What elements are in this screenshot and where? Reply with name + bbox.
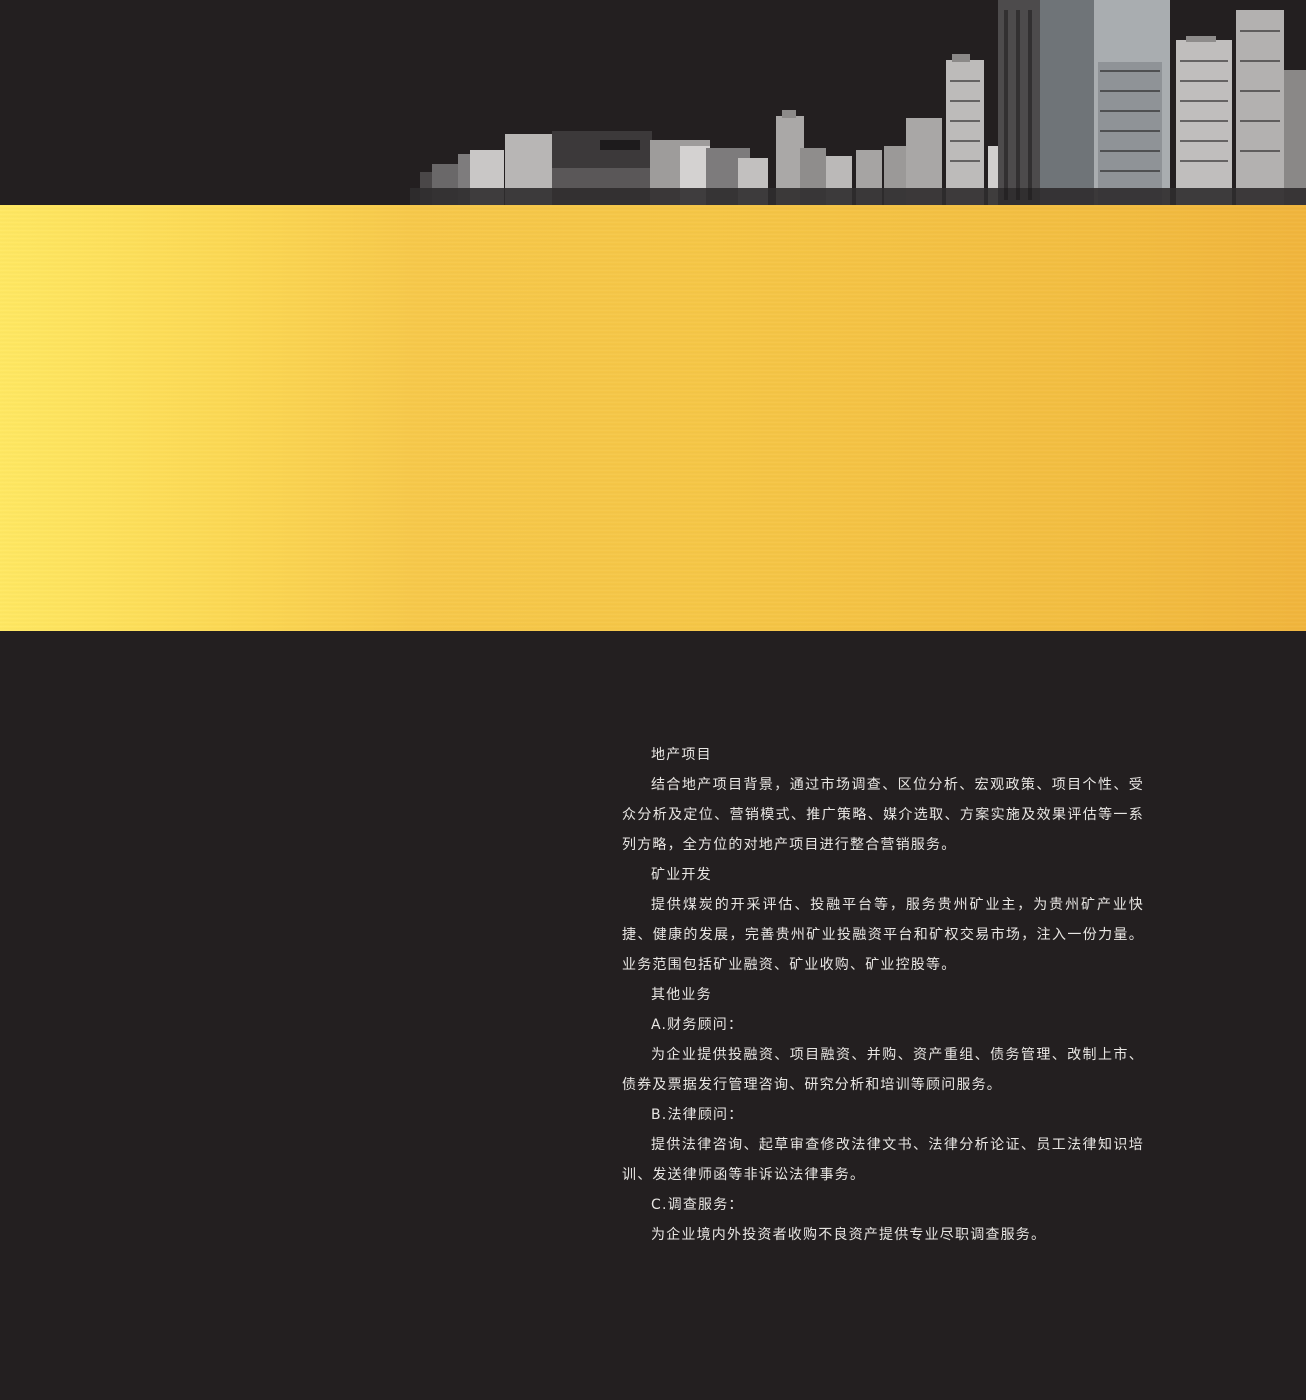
subsection-title-finance: A.财务顾问： [651,1017,744,1033]
section-body-mining: 提供煤炭的开采评估、投融平台等，服务贵州矿业主，为贵州矿产业快捷、健康的发展，完… [622,897,1144,973]
section-title-real-estate: 地产项目 [651,747,712,763]
section-title-mining: 矿业开发 [651,867,712,883]
section-title-other: 其他业务 [651,987,712,1003]
brochure-page: 地产项目 结合地产项目背景，通过市场调查、区位分析、宏观政策、项目个性、受众分析… [0,0,1306,1400]
subsection-body-legal: 提供法律咨询、起草审查修改法律文书、法律分析论证、员工法律知识培训、发送律师函等… [622,1137,1144,1183]
section-body-real-estate: 结合地产项目背景，通过市场调查、区位分析、宏观政策、项目个性、受众分析及定位、营… [622,777,1144,853]
services-text: 地产项目 结合地产项目背景，通过市场调查、区位分析、宏观政策、项目个性、受众分析… [622,740,1144,1250]
subsection-title-legal: B.法律顾问： [651,1107,744,1123]
city-skyline-image [410,0,1306,205]
gold-banner [0,205,1306,631]
subsection-body-survey: 为企业境内外投资者收购不良资产提供专业尽职调查服务。 [651,1227,1047,1243]
subsection-body-finance: 为企业提供投融资、项目融资、并购、资产重组、债务管理、改制上市、债券及票据发行管… [622,1047,1144,1093]
subsection-title-survey: C.调查服务： [651,1197,744,1213]
